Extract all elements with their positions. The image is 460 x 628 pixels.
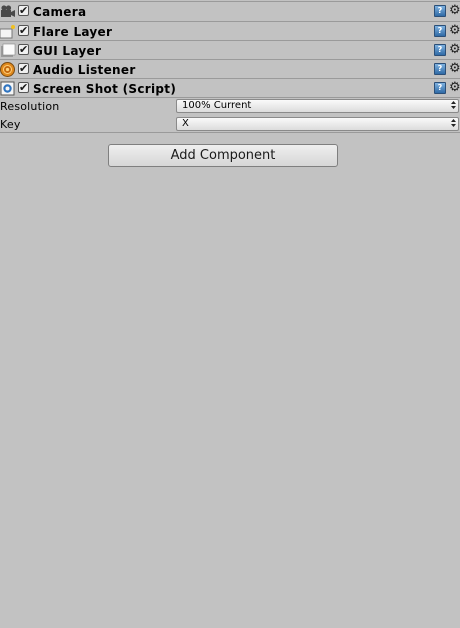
component-header-audio-listener[interactable]: ✔ Audio Listener ? ⚙ <box>0 60 460 79</box>
resolution-dropdown[interactable]: 100% Current <box>176 99 459 113</box>
key-dropdown[interactable]: X <box>176 117 459 131</box>
gear-icon[interactable]: ⚙ <box>449 43 460 57</box>
component-header-flare-layer[interactable]: ✔ Flare Layer ? ⚙ <box>0 22 460 41</box>
dropdown-arrow-icon <box>451 100 456 114</box>
property-row-resolution: Resolution 100% Current <box>0 98 460 116</box>
help-icon[interactable]: ? <box>434 63 446 75</box>
gui-layer-enabled-checkbox[interactable]: ✔ <box>18 44 29 55</box>
inspector-divider <box>0 132 460 133</box>
component-header-camera[interactable]: ✔ Camera ? ⚙ <box>0 1 460 22</box>
audio-listener-enabled-checkbox[interactable]: ✔ <box>18 63 29 74</box>
resolution-value: 100% Current <box>182 100 252 111</box>
screen-shot-enabled-checkbox[interactable]: ✔ <box>18 82 29 93</box>
component-name-audio-listener: Audio Listener <box>33 63 136 77</box>
flare-layer-enabled-checkbox[interactable]: ✔ <box>18 25 29 36</box>
audio-listener-icon <box>0 62 16 77</box>
gear-icon[interactable]: ⚙ <box>449 4 460 18</box>
add-component-button[interactable]: Add Component <box>108 144 338 167</box>
component-name-screen-shot: Screen Shot (Script) <box>33 82 177 96</box>
component-name-flare-layer: Flare Layer <box>33 25 113 39</box>
gear-icon[interactable]: ⚙ <box>449 81 460 95</box>
resolution-label: Resolution <box>0 100 60 113</box>
component-header-gui-layer[interactable]: ✔ GUI Layer ? ⚙ <box>0 41 460 60</box>
gear-icon[interactable]: ⚙ <box>449 62 460 76</box>
key-label: Key <box>0 118 21 131</box>
flare-layer-icon <box>0 24 16 39</box>
help-icon[interactable]: ? <box>434 25 446 37</box>
component-name-camera: Camera <box>33 5 87 19</box>
help-icon[interactable]: ? <box>434 5 446 17</box>
script-icon <box>0 81 16 96</box>
dropdown-arrow-icon <box>451 118 456 132</box>
camera-icon <box>0 4 16 19</box>
help-icon[interactable]: ? <box>434 82 446 94</box>
help-icon[interactable]: ? <box>434 44 446 56</box>
camera-enabled-checkbox[interactable]: ✔ <box>18 5 29 16</box>
gui-layer-icon <box>0 43 16 58</box>
key-value: X <box>182 118 189 129</box>
component-name-gui-layer: GUI Layer <box>33 44 102 58</box>
gear-icon[interactable]: ⚙ <box>449 24 460 38</box>
component-header-screen-shot[interactable]: ✔ Screen Shot (Script) ? ⚙ <box>0 79 460 98</box>
inspector-panel: ✔ Camera ? ⚙ ✔ Flare Layer ? ⚙ ✔ GUI Lay… <box>0 0 460 134</box>
